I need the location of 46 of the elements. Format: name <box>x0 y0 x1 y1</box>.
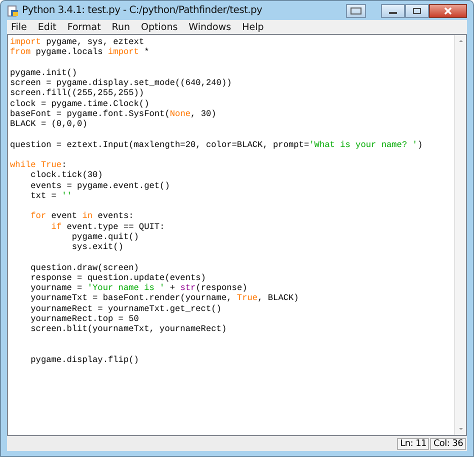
code-line: txt = '' <box>30 190 73 201</box>
line-number-status: Ln: 11 <box>397 438 430 450</box>
window-icon <box>350 6 362 14</box>
window-title: Python 3.4.1: test.py - C:/python/Pathfinder/test.py <box>22 5 262 16</box>
code-line: question = eztext.Input(maxlength=20, color=BLACK, prompt='What is your name? ') <box>10 140 424 150</box>
menu-item[interactable]: Run <box>112 22 130 32</box>
code-line: pygame.init() <box>10 68 78 78</box>
menu-item[interactable]: Options <box>141 22 178 32</box>
code-line: from pygame.locals import * <box>10 47 150 58</box>
code-line: BLACK = (0,0,0) <box>10 119 88 130</box>
code-line: for event in events: <box>30 211 135 222</box>
code-line: clock.tick(30) <box>30 170 104 180</box>
maximize-icon <box>412 6 422 14</box>
menu-item[interactable]: Help <box>242 22 264 32</box>
code-line: screen.fill((255,255,255)) <box>10 88 146 98</box>
code-line: baseFont = pygame.font.SysFont(None, 30) <box>10 108 218 119</box>
close-button[interactable] <box>429 4 467 18</box>
code-line: clock = pygame.time.Clock() <box>10 98 150 109</box>
code-line: import pygame, sys, eztext <box>10 37 146 48</box>
minimize-button[interactable] <box>381 4 405 18</box>
code-line: yournameTxt = baseFont.render(yourname, True, BLACK) <box>30 293 300 304</box>
code-line: sys.exit() <box>70 242 124 252</box>
menu-item[interactable]: Edit <box>38 22 56 32</box>
code-line: yourname = 'Your name is ' + str(response) <box>30 283 248 294</box>
code-line: yournameRect = yournameTxt.get_rect() <box>30 304 222 314</box>
code-line: screen.blit(yournameTxt, yournameRect) <box>30 324 228 334</box>
scroll-up-icon[interactable] <box>456 37 464 45</box>
code-line: pygame.quit() <box>70 232 140 242</box>
column-number-status: Col: 36 <box>430 438 466 450</box>
code-line: if event.type == QUIT: <box>50 222 166 232</box>
menu-item[interactable]: Format <box>67 22 101 32</box>
code-line: pygame.display.flip() <box>30 354 140 365</box>
code-line: question.draw(screen) <box>30 262 140 273</box>
scroll-down-icon[interactable] <box>456 425 464 433</box>
vertical-scrollbar[interactable] <box>454 35 466 435</box>
snap-button[interactable] <box>346 4 366 18</box>
python-file-icon <box>7 4 19 16</box>
code-line: yournameRect.top = 50 <box>30 314 140 324</box>
code-line: events = pygame.event.get() <box>30 180 171 191</box>
menu-item[interactable]: File <box>11 22 27 32</box>
code-line: response = question.update(events) <box>30 272 207 283</box>
menu-item[interactable]: Windows <box>188 22 232 32</box>
code-line: screen = pygame.display.set_mode((640,240)) <box>10 78 233 88</box>
close-icon <box>443 6 453 14</box>
maximize-button[interactable] <box>405 4 429 18</box>
code-line: while True: <box>10 160 68 170</box>
